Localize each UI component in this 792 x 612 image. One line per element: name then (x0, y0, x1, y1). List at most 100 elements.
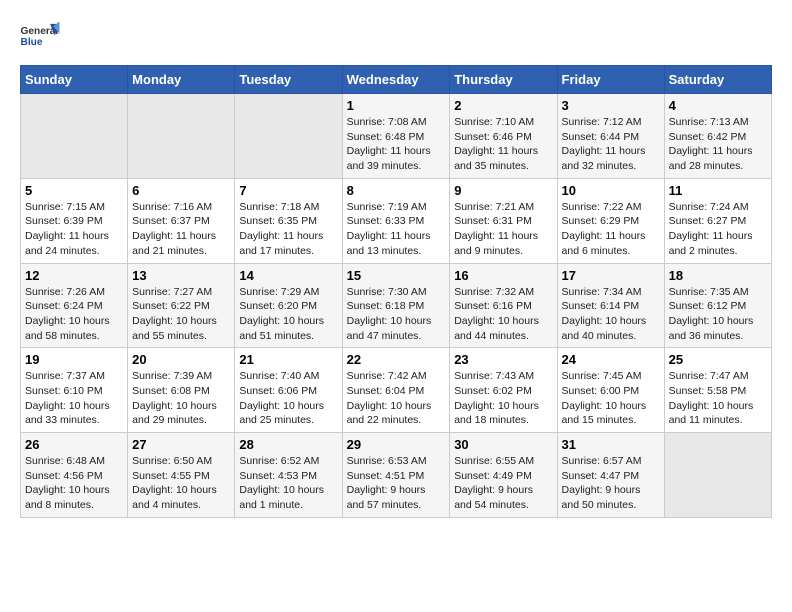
day-cell (664, 433, 771, 518)
day-number: 24 (562, 352, 660, 367)
day-info: Sunrise: 7:15 AMSunset: 6:39 PMDaylight:… (25, 200, 123, 259)
day-info: Sunrise: 6:57 AMSunset: 4:47 PMDaylight:… (562, 454, 660, 513)
day-info: Sunrise: 6:48 AMSunset: 4:56 PMDaylight:… (25, 454, 123, 513)
day-info: Sunrise: 7:10 AMSunset: 6:46 PMDaylight:… (454, 115, 552, 174)
day-number: 17 (562, 268, 660, 283)
day-number: 30 (454, 437, 552, 452)
day-cell: 18 Sunrise: 7:35 AMSunset: 6:12 PMDayligh… (664, 263, 771, 348)
day-cell (235, 94, 342, 179)
day-cell: 23Sunrise: 7:43 AMSunset: 6:02 PMDayligh… (450, 348, 557, 433)
day-number: 31 (562, 437, 660, 452)
day-info: Sunrise: 6:52 AMSunset: 4:53 PMDaylight:… (239, 454, 337, 513)
day-info: Sunrise: 7:18 AMSunset: 6:35 PMDaylight:… (239, 200, 337, 259)
day-info: Sunrise: 7:29 AMSunset: 6:20 PMDaylight:… (239, 285, 337, 344)
day-number: 12 (25, 268, 123, 283)
day-cell: 6Sunrise: 7:16 AMSunset: 6:37 PMDaylight… (128, 178, 235, 263)
day-cell: 15 Sunrise: 7:30 AMSunset: 6:18 PMDayligh… (342, 263, 450, 348)
day-cell: 22Sunrise: 7:42 AMSunset: 6:04 PMDayligh… (342, 348, 450, 433)
day-info: Sunrise: 7:35 AMSunset: 6:12 PMDaylight:… (669, 285, 767, 344)
day-number: 14 (239, 268, 337, 283)
week-row-5: 26 Sunrise: 6:48 AMSunset: 4:56 PMDayligh… (21, 433, 772, 518)
day-info: Sunrise: 7:26 AMSunset: 6:24 PMDaylight:… (25, 285, 123, 344)
day-cell (128, 94, 235, 179)
day-number: 28 (239, 437, 337, 452)
weekday-wednesday: Wednesday (342, 66, 450, 94)
day-number: 2 (454, 98, 552, 113)
day-info: Sunrise: 6:50 AMSunset: 4:55 PMDaylight:… (132, 454, 230, 513)
day-info: Sunrise: 7:08 AMSunset: 6:48 PMDaylight:… (347, 115, 446, 174)
day-number: 11 (669, 183, 767, 198)
day-number: 10 (562, 183, 660, 198)
day-cell: 8 Sunrise: 7:19 AMSunset: 6:33 PMDaylight… (342, 178, 450, 263)
day-cell: 5 Sunrise: 7:15 AMSunset: 6:39 PMDaylight… (21, 178, 128, 263)
day-number: 15 (347, 268, 446, 283)
weekday-monday: Monday (128, 66, 235, 94)
day-number: 19 (25, 352, 123, 367)
page-header: General Blue (20, 20, 772, 55)
day-cell (21, 94, 128, 179)
day-info: Sunrise: 6:55 AMSunset: 4:49 PMDaylight:… (454, 454, 552, 513)
day-number: 26 (25, 437, 123, 452)
day-number: 16 (454, 268, 552, 283)
day-cell: 25Sunrise: 7:47 AMSunset: 5:58 PMDayligh… (664, 348, 771, 433)
day-number: 23 (454, 352, 552, 367)
day-info: Sunrise: 7:22 AMSunset: 6:29 PMDaylight:… (562, 200, 660, 259)
day-info: Sunrise: 6:53 AMSunset: 4:51 PMDaylight:… (347, 454, 446, 513)
day-cell: 12 Sunrise: 7:26 AMSunset: 6:24 PMDayligh… (21, 263, 128, 348)
day-cell: 29 Sunrise: 6:53 AMSunset: 4:51 PMDayligh… (342, 433, 450, 518)
day-number: 1 (347, 98, 446, 113)
day-info: Sunrise: 7:47 AMSunset: 5:58 PMDaylight:… (669, 369, 767, 428)
day-info: Sunrise: 7:24 AMSunset: 6:27 PMDaylight:… (669, 200, 767, 259)
day-number: 9 (454, 183, 552, 198)
day-cell: 13Sunrise: 7:27 AMSunset: 6:22 PMDayligh… (128, 263, 235, 348)
day-info: Sunrise: 7:39 AMSunset: 6:08 PMDaylight:… (132, 369, 230, 428)
day-cell: 7 Sunrise: 7:18 AMSunset: 6:35 PMDaylight… (235, 178, 342, 263)
day-info: Sunrise: 7:27 AMSunset: 6:22 PMDaylight:… (132, 285, 230, 344)
day-info: Sunrise: 7:34 AMSunset: 6:14 PMDaylight:… (562, 285, 660, 344)
weekday-header-row: SundayMondayTuesdayWednesdayThursdayFrid… (21, 66, 772, 94)
calendar-body: 1 Sunrise: 7:08 AMSunset: 6:48 PMDaylight… (21, 94, 772, 518)
day-number: 22 (347, 352, 446, 367)
weekday-tuesday: Tuesday (235, 66, 342, 94)
day-info: Sunrise: 7:13 AMSunset: 6:42 PMDaylight:… (669, 115, 767, 174)
day-info: Sunrise: 7:12 AMSunset: 6:44 PMDaylight:… (562, 115, 660, 174)
day-info: Sunrise: 7:16 AMSunset: 6:37 PMDaylight:… (132, 200, 230, 259)
logo: General Blue (20, 20, 64, 55)
day-cell: 26 Sunrise: 6:48 AMSunset: 4:56 PMDayligh… (21, 433, 128, 518)
day-info: Sunrise: 7:40 AMSunset: 6:06 PMDaylight:… (239, 369, 337, 428)
day-cell: 4 Sunrise: 7:13 AMSunset: 6:42 PMDaylight… (664, 94, 771, 179)
week-row-3: 12 Sunrise: 7:26 AMSunset: 6:24 PMDayligh… (21, 263, 772, 348)
calendar-table: SundayMondayTuesdayWednesdayThursdayFrid… (20, 65, 772, 518)
day-info: Sunrise: 7:19 AMSunset: 6:33 PMDaylight:… (347, 200, 446, 259)
day-cell: 31 Sunrise: 6:57 AMSunset: 4:47 PMDayligh… (557, 433, 664, 518)
day-number: 29 (347, 437, 446, 452)
day-info: Sunrise: 7:37 AMSunset: 6:10 PMDaylight:… (25, 369, 123, 428)
weekday-friday: Friday (557, 66, 664, 94)
day-number: 27 (132, 437, 230, 452)
day-number: 4 (669, 98, 767, 113)
day-info: Sunrise: 7:45 AMSunset: 6:00 PMDaylight:… (562, 369, 660, 428)
day-number: 20 (132, 352, 230, 367)
day-cell: 16Sunrise: 7:32 AMSunset: 6:16 PMDayligh… (450, 263, 557, 348)
day-number: 3 (562, 98, 660, 113)
day-cell: 30 Sunrise: 6:55 AMSunset: 4:49 PMDayligh… (450, 433, 557, 518)
day-cell: 9 Sunrise: 7:21 AMSunset: 6:31 PMDaylight… (450, 178, 557, 263)
day-cell: 3 Sunrise: 7:12 AMSunset: 6:44 PMDaylight… (557, 94, 664, 179)
day-cell: 14 Sunrise: 7:29 AMSunset: 6:20 PMDayligh… (235, 263, 342, 348)
day-cell: 1 Sunrise: 7:08 AMSunset: 6:48 PMDaylight… (342, 94, 450, 179)
day-cell: 24 Sunrise: 7:45 AMSunset: 6:00 PMDayligh… (557, 348, 664, 433)
day-info: Sunrise: 7:30 AMSunset: 6:18 PMDaylight:… (347, 285, 446, 344)
week-row-1: 1 Sunrise: 7:08 AMSunset: 6:48 PMDaylight… (21, 94, 772, 179)
day-cell: 2 Sunrise: 7:10 AMSunset: 6:46 PMDaylight… (450, 94, 557, 179)
day-number: 8 (347, 183, 446, 198)
day-cell: 21Sunrise: 7:40 AMSunset: 6:06 PMDayligh… (235, 348, 342, 433)
day-cell: 20 Sunrise: 7:39 AMSunset: 6:08 PMDayligh… (128, 348, 235, 433)
day-cell: 10 Sunrise: 7:22 AMSunset: 6:29 PMDayligh… (557, 178, 664, 263)
day-number: 18 (669, 268, 767, 283)
day-cell: 17 Sunrise: 7:34 AMSunset: 6:14 PMDayligh… (557, 263, 664, 348)
week-row-4: 19 Sunrise: 7:37 AMSunset: 6:10 PMDayligh… (21, 348, 772, 433)
day-info: Sunrise: 7:21 AMSunset: 6:31 PMDaylight:… (454, 200, 552, 259)
day-number: 5 (25, 183, 123, 198)
day-number: 7 (239, 183, 337, 198)
svg-text:Blue: Blue (21, 37, 43, 48)
